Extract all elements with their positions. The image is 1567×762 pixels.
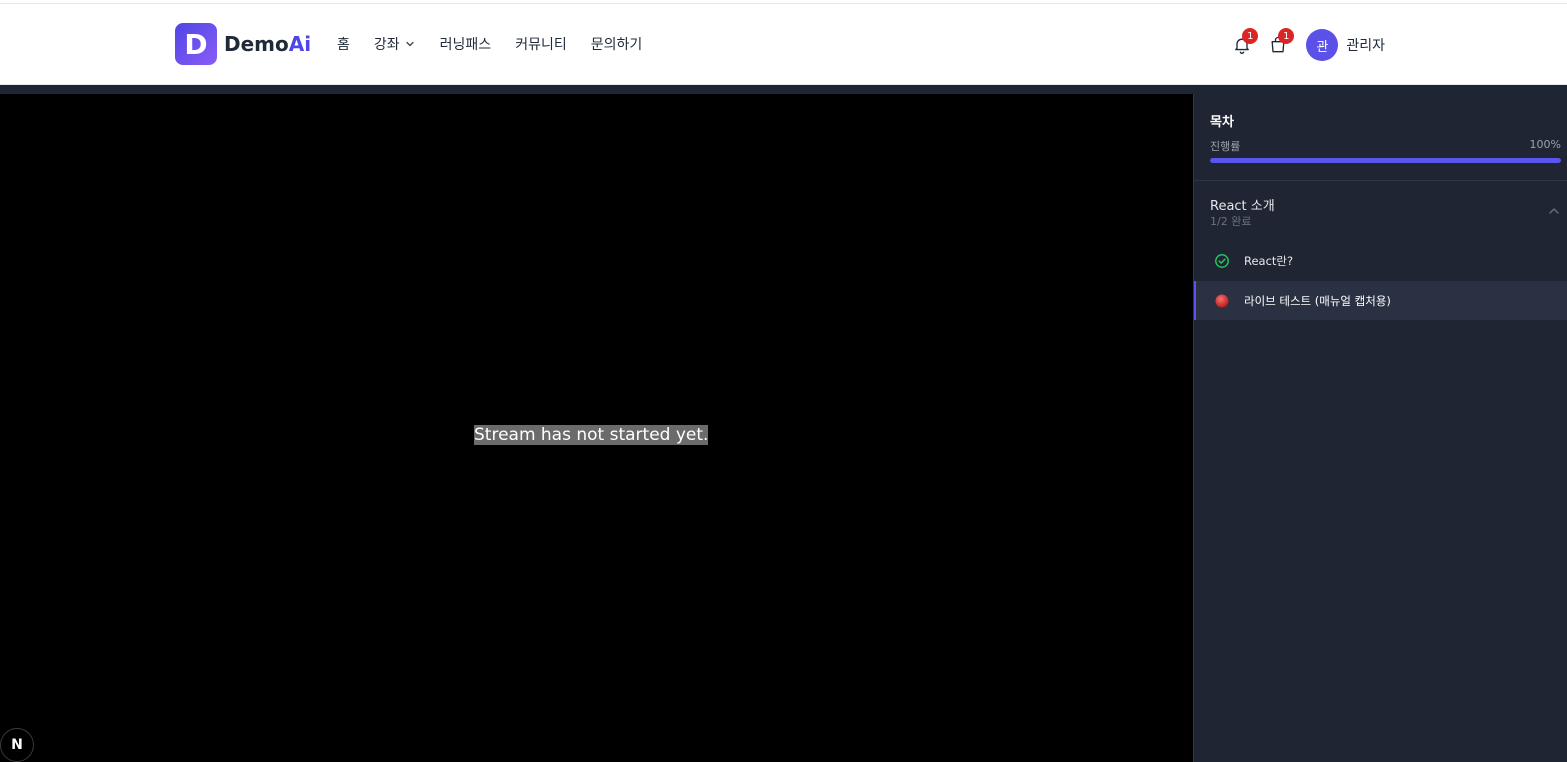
username[interactable]: 관리자 — [1346, 35, 1385, 55]
nav-item-community[interactable]: 커뮤니티 — [515, 34, 567, 54]
section-progress: 1/2 완료 — [1210, 215, 1252, 228]
logo-text-main: Demo — [224, 32, 289, 56]
progress-bar — [1210, 158, 1561, 163]
devtools-badge[interactable]: N — [0, 728, 34, 762]
nav-item-label: 러닝패스 — [439, 37, 492, 53]
main-nav: 홈 강좌 러닝패스 커뮤니티 문의하기 — [337, 34, 642, 54]
lesson-item[interactable]: React란? — [1194, 241, 1567, 280]
nav-item-label: 홈 — [337, 37, 350, 53]
chevron-up-icon[interactable] — [1547, 204, 1561, 218]
section-title[interactable]: React 소개 — [1210, 195, 1275, 214]
stream-status-message: Stream has not started yet. — [474, 425, 709, 445]
brand-logo[interactable]: D DemoAi — [175, 23, 311, 65]
progress-label: 진행률 — [1210, 140, 1241, 153]
nav-item-learning-path[interactable]: 러닝패스 — [440, 34, 492, 54]
nav-item-contact[interactable]: 문의하기 — [591, 34, 643, 54]
notifications-button[interactable]: 1 — [1224, 27, 1260, 63]
toc-title: 목차 — [1210, 115, 1234, 130]
toc-sidebar: 목차 진행률 100% React 소개 1/2 완료 React란? 라이브 … — [1193, 94, 1567, 762]
nav-item-label: 문의하기 — [590, 37, 643, 53]
site-header: D DemoAi 홈 강좌 러닝패스 커뮤니티 문의하기 1 1 관 관리자 — [0, 4, 1567, 85]
header-actions: 1 1 관 관리자 — [1224, 27, 1385, 63]
logo-mark: D — [175, 23, 217, 65]
logo-text: DemoAi — [224, 32, 311, 56]
lesson-label: 라이브 테스트 (매뉴얼 캡처용) — [1244, 293, 1391, 308]
avatar[interactable]: 관 — [1306, 29, 1339, 61]
cart-count-badge: 1 — [1278, 28, 1295, 44]
lesson-label: React란? — [1244, 253, 1294, 268]
live-dot-icon — [1215, 294, 1229, 307]
nav-item-label: 강좌 — [373, 37, 400, 53]
lesson-item-active[interactable]: 라이브 테스트 (매뉴얼 캡처용) — [1194, 281, 1567, 320]
header-shadow-strip — [0, 85, 1567, 94]
check-circle-icon — [1215, 253, 1229, 268]
nav-item-courses[interactable]: 강좌 — [374, 34, 416, 54]
video-player[interactable]: Stream has not started yet. N — [0, 94, 1193, 762]
notification-count-badge: 1 — [1242, 28, 1259, 44]
logo-text-accent: Ai — [288, 32, 312, 56]
progress-bar-fill — [1210, 158, 1561, 163]
sidebar-divider — [1194, 180, 1567, 181]
cart-button[interactable]: 1 — [1260, 27, 1296, 63]
nav-item-label: 커뮤니티 — [515, 37, 567, 53]
progress-value: 100% — [1529, 138, 1561, 151]
nav-item-home[interactable]: 홈 — [337, 34, 350, 54]
chevron-down-icon — [406, 41, 414, 47]
